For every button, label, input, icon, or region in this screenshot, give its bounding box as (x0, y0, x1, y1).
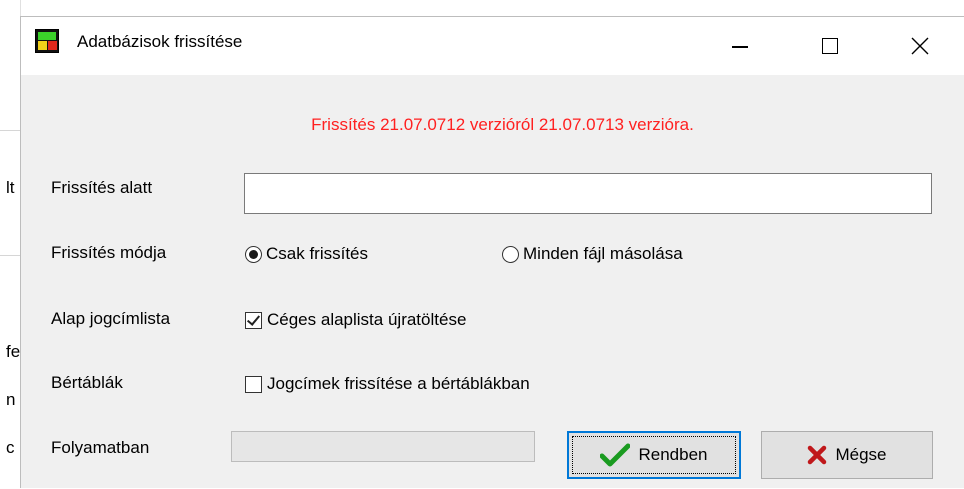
app-icon (35, 29, 59, 53)
x-icon (807, 445, 827, 465)
during-update-label: Frissítés alatt (51, 178, 153, 197)
cancel-button-label: Mégse (835, 445, 887, 464)
radio-update-only[interactable]: Csak frissítés (245, 244, 368, 264)
in-progress-label: Folyamatban (51, 438, 150, 457)
close-button[interactable] (875, 17, 964, 75)
checkbox-unchecked-icon (245, 375, 262, 393)
background-text-fragment: fe (6, 342, 21, 361)
background-divider (0, 255, 20, 256)
background-window-edge (0, 0, 21, 488)
radio-update-only-label: Csak frissítés (266, 244, 369, 263)
checkbox-reload-base-list[interactable]: Céges alaplista újratöltése (245, 310, 466, 330)
radio-selected-icon (245, 245, 262, 263)
maximize-icon (822, 38, 838, 54)
ok-button[interactable]: Rendben (567, 431, 741, 479)
minimize-icon (732, 46, 748, 48)
update-databases-dialog: Adatbázisok frissítése Frissítés 21.07.0… (20, 16, 964, 488)
progress-bar (231, 431, 535, 462)
focus-rectangle (572, 436, 736, 474)
during-update-field[interactable] (244, 173, 932, 214)
background-divider (0, 130, 20, 131)
base-list-label: Alap jogcímlista (51, 309, 171, 328)
checkbox-reload-base-list-label: Céges alaplista újratöltése (267, 310, 467, 329)
minimize-button[interactable] (695, 17, 785, 75)
background-text-fragment: lt (6, 178, 15, 197)
close-icon (911, 37, 929, 55)
background-text-fragment: n (6, 390, 16, 409)
wage-tables-label: Bértáblák (51, 373, 123, 392)
radio-copy-all-files[interactable]: Minden fájl másolása (502, 244, 683, 264)
version-update-message: Frissítés 21.07.0712 verzióról 21.07.071… (311, 115, 694, 134)
radio-unselected-icon (502, 245, 519, 263)
title-bar[interactable]: Adatbázisok frissítése (21, 17, 964, 75)
checkbox-update-wage-tables-label: Jogcímek frissítése a bértáblákban (267, 374, 530, 393)
checkbox-checked-icon (245, 311, 262, 329)
cancel-button[interactable]: Mégse (761, 431, 933, 479)
checkbox-update-wage-tables[interactable]: Jogcímek frissítése a bértáblákban (245, 374, 530, 394)
radio-copy-all-files-label: Minden fájl másolása (523, 244, 683, 263)
window-title: Adatbázisok frissítése (77, 32, 243, 51)
dialog-body: Frissítés 21.07.0712 verzióról 21.07.071… (21, 75, 964, 489)
background-text-fragment: c (6, 438, 15, 457)
maximize-button[interactable] (785, 17, 875, 75)
update-mode-label: Frissítés módja (51, 243, 167, 262)
